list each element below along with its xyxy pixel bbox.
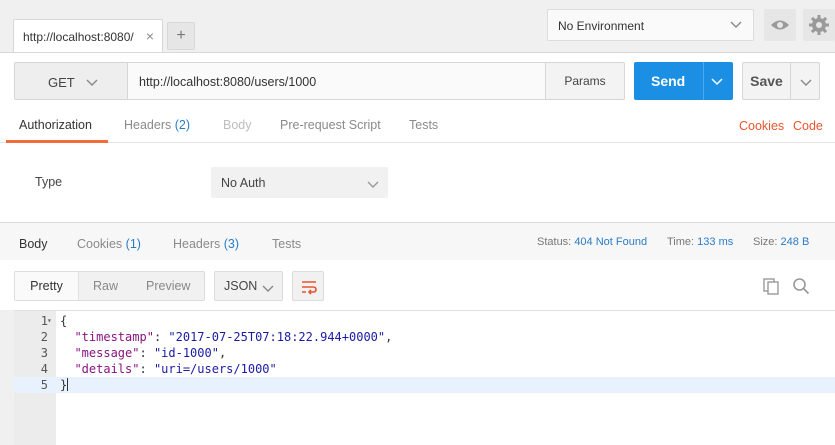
auth-type-value: No Auth [221,176,266,190]
response-view-bar: Pretty Raw Preview JSON [0,260,835,310]
request-tab-label: http://localhost:8080/ [23,30,134,44]
environment-quick-look-button[interactable] [764,9,796,41]
wrap-lines-button[interactable] [292,271,324,301]
chevron-down-icon[interactable] [710,74,724,88]
method-select[interactable]: GET [14,62,128,100]
code-line: 3 "message": "id-1000", [40,346,227,360]
view-mode-group: Pretty Raw Preview [14,271,205,301]
auth-type-label: Type [35,175,63,189]
tab-response-tests[interactable]: Tests [272,237,301,251]
time-readout: Time: 133 ms [667,236,734,248]
url-input-value: http://localhost:8080/users/1000 [139,75,317,89]
send-divider [703,62,704,100]
code-line: 5 } [14,377,835,393]
tab-tests[interactable]: Tests [409,118,438,132]
send-button-label: Send [651,73,686,89]
tab-body[interactable]: Body [223,118,252,132]
format-select[interactable]: JSON [214,271,283,301]
tab-headers[interactable]: Headers (2) [124,118,190,132]
code-line: 1 ▾ { [40,313,68,329]
save-button[interactable]: Save [742,62,791,100]
size-value: 248 B [780,236,810,248]
eye-icon [771,20,789,30]
chevron-down-icon [730,21,742,28]
view-raw-button[interactable]: Raw [93,279,118,293]
close-icon[interactable]: × [146,28,154,44]
view-pretty-button[interactable]: Pretty [15,272,79,300]
cookies-link[interactable]: Cookies [739,119,784,133]
copy-icon[interactable] [762,277,780,295]
view-preview-button[interactable]: Preview [146,279,190,293]
tab-response-headers[interactable]: Headers (3) [173,237,239,251]
chevron-down-icon [367,181,379,188]
environment-select[interactable]: No Environment [547,9,754,41]
tab-response-body[interactable]: Body [19,237,48,251]
response-body-editor[interactable]: 1 ▾ { 2 "timestamp": "2017-07-25T07:18:2… [14,310,835,445]
params-button[interactable]: Params [545,62,625,100]
tab-response-cookies[interactable]: Cookies (1) [77,237,141,251]
request-builder: GET http://localhost:8080/users/1000 Par… [0,52,835,222]
manage-environments-button[interactable] [803,9,835,41]
active-tab-indicator [6,140,108,143]
new-tab-button[interactable]: + [167,22,195,50]
code-line: 2 "timestamp": "2017-07-25T07:18:22.944+… [40,330,393,344]
send-button[interactable]: Send [634,62,733,100]
code-line: 4 "details": "uri=/users/1000" [40,362,277,376]
status-readout: Status: 404 Not Found [537,236,648,248]
plus-icon: + [176,27,186,44]
chevron-down-icon [800,79,812,86]
search-icon[interactable] [792,277,810,295]
size-readout: Size: 248 B [753,236,810,248]
status-value: 404 Not Found [574,236,648,248]
url-input[interactable]: http://localhost:8080/users/1000 [128,62,545,100]
request-tabs: Authorization Headers (2) Body Pre-reque… [0,113,835,143]
tab-authorization[interactable]: Authorization [19,118,92,132]
top-bar: http://localhost:8080/ × + No Environmen… [0,0,835,53]
text-cursor [67,378,69,391]
format-select-label: JSON [224,279,258,293]
auth-type-select[interactable]: No Auth [211,167,388,198]
method-label: GET [48,75,75,90]
fold-toggle-icon[interactable]: ▾ [47,313,52,329]
response-tabs: Body Cookies (1) Headers (3) Tests Statu… [0,222,835,260]
request-tab[interactable]: http://localhost:8080/ × [13,19,163,53]
gear-icon [809,15,829,35]
wrap-icon [302,281,317,295]
time-value: 133 ms [697,236,734,248]
tab-pre-request-script[interactable]: Pre-request Script [280,118,381,132]
environment-select-label: No Environment [558,19,645,33]
save-dropdown-button[interactable] [791,62,820,100]
code-link[interactable]: Code [793,119,823,133]
chevron-down-icon [262,285,274,292]
chevron-down-icon [86,79,98,86]
